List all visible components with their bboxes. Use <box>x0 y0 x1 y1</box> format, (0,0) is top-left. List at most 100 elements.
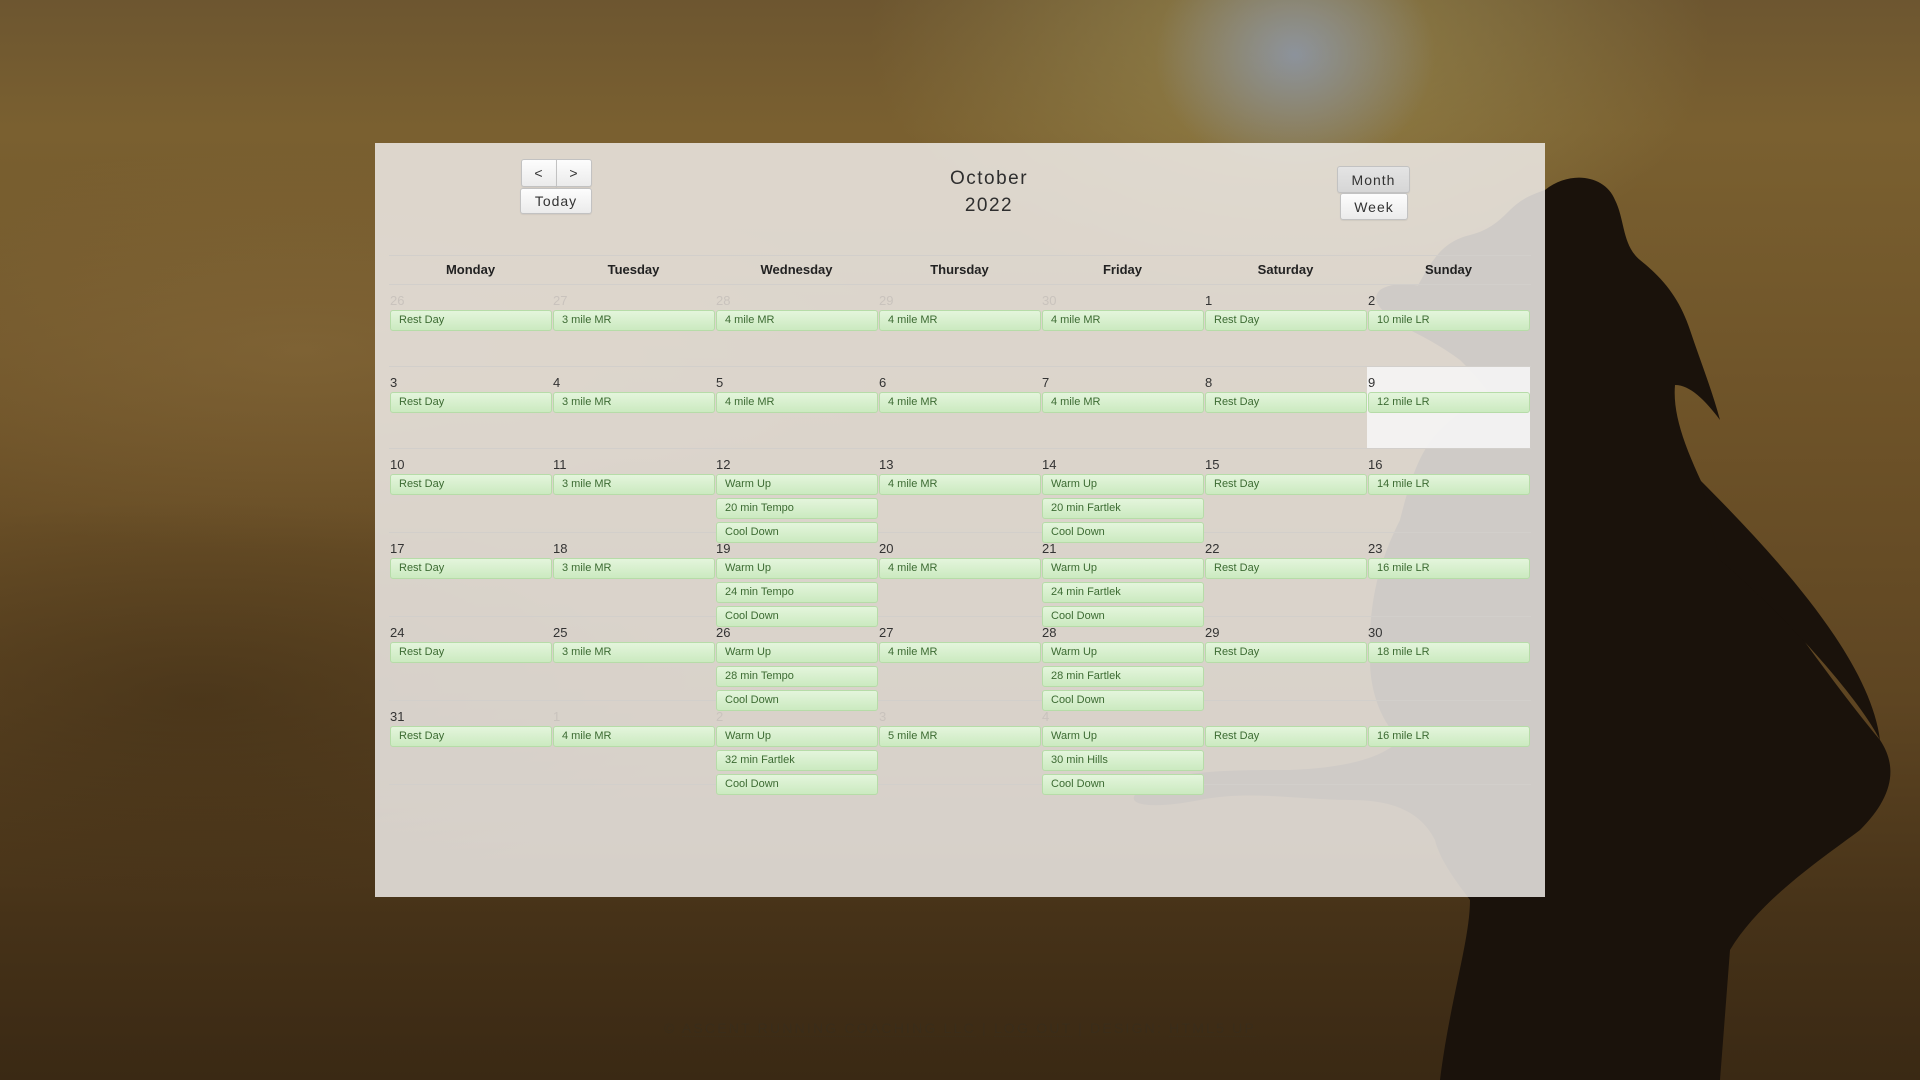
company-link[interactable]: ASCENT RUNNING COACHING LLC <box>681 1020 976 1037</box>
workout-event[interactable]: 4 mile MR <box>879 310 1041 331</box>
workout-event[interactable]: 4 mile MR <box>716 392 878 413</box>
workout-event[interactable]: 4 mile MR <box>879 392 1041 413</box>
day-cell[interactable]: 1 4 mile MR <box>552 701 715 784</box>
workout-event[interactable]: 24 min Tempo <box>716 582 878 603</box>
workout-event[interactable]: Rest Day <box>390 474 552 495</box>
day-cell[interactable]: Rest Day <box>1204 701 1367 784</box>
workout-event[interactable]: Warm Up <box>716 642 878 663</box>
workout-event[interactable]: 3 mile MR <box>553 642 715 663</box>
day-cell[interactable]: 25 3 mile MR <box>552 617 715 700</box>
workout-event[interactable]: 3 mile MR <box>553 558 715 579</box>
day-cell[interactable]: 31 Rest Day <box>389 701 552 784</box>
workout-event[interactable]: Rest Day <box>1205 726 1367 747</box>
day-cell-today[interactable]: 9 12 mile LR <box>1367 367 1530 448</box>
day-cell[interactable]: 3 5 mile MR <box>878 701 1041 784</box>
workout-event[interactable]: Warm Up <box>716 474 878 495</box>
workout-event[interactable]: 30 min Hills <box>1042 750 1204 771</box>
week-view-button[interactable]: Week <box>1340 193 1408 220</box>
workout-event[interactable]: 10 mile LR <box>1368 310 1530 331</box>
day-cell[interactable]: 26 Warm Up 28 min Tempo Cool Down <box>715 617 878 711</box>
workout-event[interactable]: 4 mile MR <box>716 310 878 331</box>
workout-event[interactable]: Warm Up <box>1042 642 1204 663</box>
workout-event[interactable]: 18 mile LR <box>1368 642 1530 663</box>
workout-event[interactable]: 4 mile MR <box>1042 310 1204 331</box>
design-credit-link[interactable]: HTML5 UP <box>1169 1020 1257 1037</box>
workout-event[interactable]: Rest Day <box>1205 392 1367 413</box>
workout-event[interactable]: Rest Day <box>390 726 552 747</box>
day-cell[interactable]: 28 4 mile MR <box>715 285 878 366</box>
day-cell[interactable]: 27 3 mile MR <box>552 285 715 366</box>
day-cell[interactable]: 28 Warm Up 28 min Fartlek Cool Down <box>1041 617 1204 711</box>
workout-event[interactable]: Warm Up <box>1042 558 1204 579</box>
day-cell[interactable]: 6 4 mile MR <box>878 367 1041 448</box>
day-cell[interactable]: 15 Rest Day <box>1204 449 1367 532</box>
day-cell[interactable]: 17 Rest Day <box>389 533 552 616</box>
day-cell[interactable]: 16 mile LR <box>1367 701 1530 784</box>
workout-event[interactable]: Cool Down <box>1042 774 1204 795</box>
workout-event[interactable]: Warm Up <box>716 558 878 579</box>
logout-link[interactable]: LOG OUT <box>993 1020 1073 1037</box>
next-month-button[interactable]: > <box>556 159 592 187</box>
month-view-button[interactable]: Month <box>1337 166 1410 193</box>
day-cell[interactable]: 21 Warm Up 24 min Fartlek Cool Down <box>1041 533 1204 627</box>
day-cell[interactable]: 8 Rest Day <box>1204 367 1367 448</box>
day-cell[interactable]: 22 Rest Day <box>1204 533 1367 616</box>
workout-event[interactable]: Cool Down <box>716 774 878 795</box>
day-cell[interactable]: 30 4 mile MR <box>1041 285 1204 366</box>
day-cell[interactable]: 2 Warm Up 32 min Fartlek Cool Down <box>715 701 878 795</box>
workout-event[interactable]: 4 mile MR <box>879 474 1041 495</box>
workout-event[interactable]: 14 mile LR <box>1368 474 1530 495</box>
workout-event[interactable]: 20 min Tempo <box>716 498 878 519</box>
day-cell[interactable]: 20 4 mile MR <box>878 533 1041 616</box>
day-cell[interactable]: 30 18 mile LR <box>1367 617 1530 700</box>
day-cell[interactable]: 7 4 mile MR <box>1041 367 1204 448</box>
previous-month-button[interactable]: < <box>521 159 557 187</box>
day-cell[interactable]: 14 Warm Up 20 min Fartlek Cool Down <box>1041 449 1204 543</box>
workout-event[interactable]: 3 mile MR <box>553 310 715 331</box>
day-cell[interactable]: 13 4 mile MR <box>878 449 1041 532</box>
workout-event[interactable]: 32 min Fartlek <box>716 750 878 771</box>
workout-event[interactable]: 28 min Fartlek <box>1042 666 1204 687</box>
workout-event[interactable]: 24 min Fartlek <box>1042 582 1204 603</box>
workout-event[interactable]: Warm Up <box>1042 726 1204 747</box>
today-button[interactable]: Today <box>520 188 592 214</box>
day-cell[interactable]: 29 4 mile MR <box>878 285 1041 366</box>
day-cell[interactable]: 11 3 mile MR <box>552 449 715 532</box>
workout-event[interactable]: 4 mile MR <box>553 726 715 747</box>
workout-event[interactable]: 5 mile MR <box>879 726 1041 747</box>
workout-event[interactable]: Rest Day <box>1205 310 1367 331</box>
day-cell[interactable]: 10 Rest Day <box>389 449 552 532</box>
workout-event[interactable]: 16 mile LR <box>1368 726 1530 747</box>
day-cell[interactable]: 4 3 mile MR <box>552 367 715 448</box>
day-cell[interactable]: 27 4 mile MR <box>878 617 1041 700</box>
day-cell[interactable]: 29 Rest Day <box>1204 617 1367 700</box>
day-cell[interactable]: 3 Rest Day <box>389 367 552 448</box>
workout-event[interactable]: 3 mile MR <box>553 392 715 413</box>
workout-event[interactable]: Rest Day <box>1205 558 1367 579</box>
workout-event[interactable]: 20 min Fartlek <box>1042 498 1204 519</box>
day-cell[interactable]: 12 Warm Up 20 min Tempo Cool Down <box>715 449 878 543</box>
day-cell[interactable]: 19 Warm Up 24 min Tempo Cool Down <box>715 533 878 627</box>
workout-event[interactable]: 4 mile MR <box>879 558 1041 579</box>
day-cell[interactable]: 1 Rest Day <box>1204 285 1367 366</box>
workout-event[interactable]: Warm Up <box>716 726 878 747</box>
workout-event[interactable]: 16 mile LR <box>1368 558 1530 579</box>
day-cell[interactable]: 26 Rest Day <box>389 285 552 366</box>
workout-event[interactable]: Rest Day <box>1205 642 1367 663</box>
day-cell[interactable]: 2 10 mile LR <box>1367 285 1530 366</box>
workout-event[interactable]: 4 mile MR <box>1042 392 1204 413</box>
workout-event[interactable]: 28 min Tempo <box>716 666 878 687</box>
workout-event[interactable]: 4 mile MR <box>879 642 1041 663</box>
workout-event[interactable]: 12 mile LR <box>1368 392 1530 413</box>
workout-event[interactable]: Rest Day <box>390 310 552 331</box>
workout-event[interactable]: 3 mile MR <box>553 474 715 495</box>
workout-event[interactable]: Rest Day <box>390 558 552 579</box>
workout-event[interactable]: Rest Day <box>1205 474 1367 495</box>
day-cell[interactable]: 18 3 mile MR <box>552 533 715 616</box>
day-cell[interactable]: 23 16 mile LR <box>1367 533 1530 616</box>
workout-event[interactable]: Warm Up <box>1042 474 1204 495</box>
workout-event[interactable]: Rest Day <box>390 642 552 663</box>
day-cell[interactable]: 16 14 mile LR <box>1367 449 1530 532</box>
workout-event[interactable]: Rest Day <box>390 392 552 413</box>
day-cell[interactable]: 24 Rest Day <box>389 617 552 700</box>
